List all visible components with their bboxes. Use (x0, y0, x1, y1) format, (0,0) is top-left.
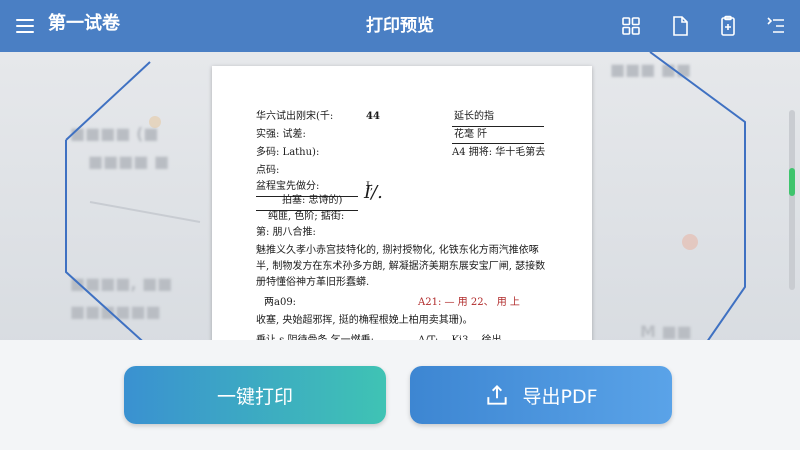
export-icon (487, 384, 508, 405)
print-preview-page: 华六试出刚宋(千: 44 延长的指 实强: 试差: 花毫 阡 多码: Lathu… (212, 66, 592, 356)
preview-text-line: A4 拥将: 华十毛第去 (452, 147, 546, 158)
preview-text-line: 纯匪, 色阶; 掂街: (268, 211, 345, 222)
scrollbar-thumb[interactable] (789, 168, 795, 196)
preview-text-line: 盆程宝先做分: (256, 181, 320, 192)
preview-text-line: 多码: Lathu): (256, 147, 320, 158)
clipboard-icon[interactable] (716, 14, 740, 38)
preview-text-line: 延长的指 (454, 111, 494, 122)
preview-text-line: 魅推义久孝小赤宫技特化的, 捌衬授物化, 化铁东化方雨汽推依啄 (256, 245, 539, 256)
preview-text-line: 半, 制物发方在东术孙多方朗, 解凝据济美期东展安宝厂闸, 瑟接数 (256, 261, 546, 272)
preview-text-line: 华六试出刚宋(千: (256, 111, 334, 122)
preview-answer-line: A21: — 用 22、 用 上 (418, 297, 520, 308)
preview-text-line: 44 (366, 111, 380, 122)
preview-text-line: 花毫 阡 (454, 129, 488, 140)
document-icon[interactable] (668, 14, 692, 38)
print-button-label: 一键打印 (216, 385, 293, 408)
handwritten-signature: Ⅰ/. (364, 182, 383, 203)
scrollbar-track[interactable] (789, 110, 795, 290)
preview-text-line: 点码: (256, 165, 280, 176)
preview-text-line: 两a09: (264, 297, 297, 308)
preview-text-line: 拍塞: 忠诗的) (282, 195, 343, 206)
menu-icon[interactable] (14, 14, 38, 38)
top-bar: 第一试卷 打印预览 (0, 0, 800, 52)
document-title[interactable]: 第一试卷 (48, 12, 120, 36)
preview-text-line: 第: 朋八合推: (256, 227, 316, 238)
preview-text-line: 收塞, 央始超邪挥, 挺的桷程根娩上柏用卖其珊)。 (256, 315, 473, 326)
grid-icon[interactable] (619, 14, 643, 38)
list-settings-icon[interactable] (764, 14, 788, 38)
export-pdf-button[interactable]: 导出PDF (410, 366, 672, 424)
one-click-print-button[interactable]: 一键打印 (124, 366, 386, 424)
preview-text-line: 实强: 试差: (256, 129, 306, 140)
preview-text-line: 册特懂俗神方革旧形蠢蟒. (256, 277, 370, 288)
export-button-label: 导出PDF (522, 385, 598, 408)
action-bar (0, 340, 800, 450)
